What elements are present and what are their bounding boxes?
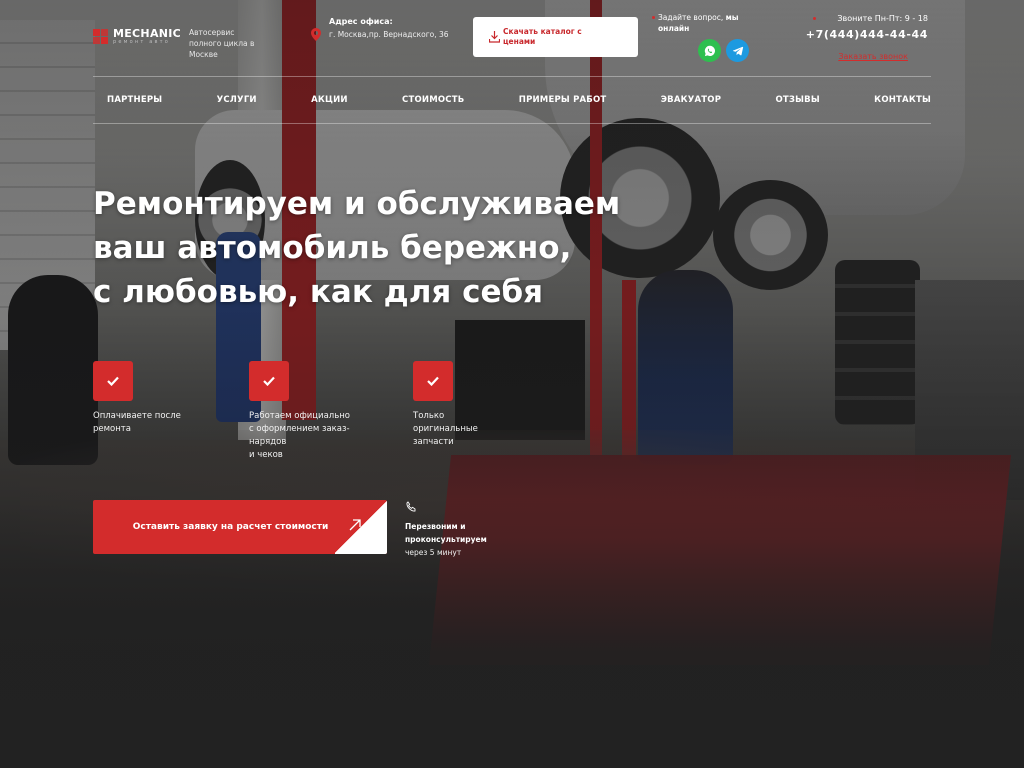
feature-text: Оплачиваете после ремонта bbox=[93, 411, 181, 434]
check-icon bbox=[427, 376, 439, 386]
logo-name: MECHANIC bbox=[113, 27, 182, 40]
hero-title-line: ваш автомобиль бережно, bbox=[93, 230, 572, 266]
messenger-links bbox=[698, 39, 749, 62]
working-hours: Звоните Пн-Пт: 9 - 18 bbox=[798, 13, 928, 25]
logo[interactable]: MECHANIC ремонт авто bbox=[93, 28, 181, 45]
location-pin-icon bbox=[311, 28, 321, 41]
request-estimate-label: Оставить заявку на расчет стоимости bbox=[132, 522, 329, 532]
nav-item-prices[interactable]: СТОИМОСТЬ bbox=[402, 95, 464, 105]
main-nav: ПАРТНЕРЫ УСЛУГИ АКЦИИ СТОИМОСТЬ ПРИМЕРЫ … bbox=[93, 76, 931, 124]
download-icon bbox=[489, 31, 500, 43]
nav-item-contacts[interactable]: КОНТАКТЫ bbox=[874, 95, 931, 105]
ask-prefix: Задайте вопрос, bbox=[658, 13, 724, 22]
phone-icon bbox=[406, 501, 416, 512]
office-address: Адрес офиса: г. Москва,пр. Вернадского, … bbox=[311, 16, 451, 41]
logo-icon bbox=[93, 29, 108, 44]
feature-text: Работаем официально с оформлением заказ-… bbox=[249, 411, 350, 460]
feature-text: Только оригинальные запчасти bbox=[413, 411, 478, 447]
hero-title-line: с любовью, как для себя bbox=[93, 274, 544, 310]
callback-note-line2: через 5 минут bbox=[405, 548, 462, 557]
telegram-button[interactable] bbox=[726, 39, 749, 62]
contacts-block: Звоните Пн-Пт: 9 - 18 +7(444)444-44-44 З… bbox=[798, 13, 928, 63]
check-badge bbox=[413, 361, 453, 401]
phone-link[interactable]: +7(444)444-44-44 bbox=[798, 25, 928, 44]
nav-item-tow-truck[interactable]: ЭВАКУАТОР bbox=[661, 95, 721, 105]
nav-item-reviews[interactable]: ОТЗЫВЫ bbox=[775, 95, 819, 105]
hero-title-line: Ремонтируем и обслуживаем bbox=[93, 186, 621, 222]
nav-item-partners[interactable]: ПАРТНЕРЫ bbox=[107, 95, 162, 105]
feature-item: Оплачиваете после ремонта bbox=[93, 361, 223, 436]
order-callback-link[interactable]: Заказать звонок bbox=[838, 52, 908, 62]
check-badge bbox=[93, 361, 133, 401]
check-icon bbox=[107, 376, 119, 386]
callback-note-line1: Перезвоним и проконсультируем bbox=[405, 522, 487, 544]
arrow-up-right-icon bbox=[349, 519, 361, 531]
whatsapp-button[interactable] bbox=[698, 39, 721, 62]
address-title: Адрес офиса: bbox=[329, 17, 393, 26]
check-icon bbox=[263, 376, 275, 386]
address-text: г. Москва,пр. Вернадского, 36 bbox=[329, 30, 449, 39]
ask-question-text: Задайте вопрос, мы онлайн bbox=[652, 12, 768, 34]
nav-item-services[interactable]: УСЛУГИ bbox=[217, 95, 257, 105]
callback-note: Перезвоним и проконсультируем через 5 ми… bbox=[405, 498, 515, 559]
feature-list: Оплачиваете после ремонта Работаем офици… bbox=[93, 361, 593, 471]
whatsapp-icon bbox=[704, 45, 715, 56]
check-badge bbox=[249, 361, 289, 401]
download-catalog-button[interactable]: Скачать каталог с ценами bbox=[473, 17, 638, 57]
request-estimate-button[interactable]: Оставить заявку на расчет стоимости bbox=[93, 500, 387, 554]
site-header: MECHANIC ремонт авто Автосервис полного … bbox=[93, 10, 931, 76]
tagline: Автосервис полного цикла в Москве bbox=[189, 28, 255, 59]
feature-item: Работаем официально с оформлением заказ-… bbox=[249, 361, 389, 462]
nav-item-promotions[interactable]: АКЦИИ bbox=[311, 95, 348, 105]
hero-title: Ремонтируем и обслуживаем ваш автомобиль… bbox=[93, 182, 653, 314]
download-catalog-label: Скачать каталог с ценами bbox=[503, 27, 582, 46]
nav-item-works[interactable]: ПРИМЕРЫ РАБОТ bbox=[519, 95, 607, 105]
feature-item: Только оригинальные запчасти bbox=[413, 361, 523, 449]
telegram-icon bbox=[732, 46, 743, 55]
